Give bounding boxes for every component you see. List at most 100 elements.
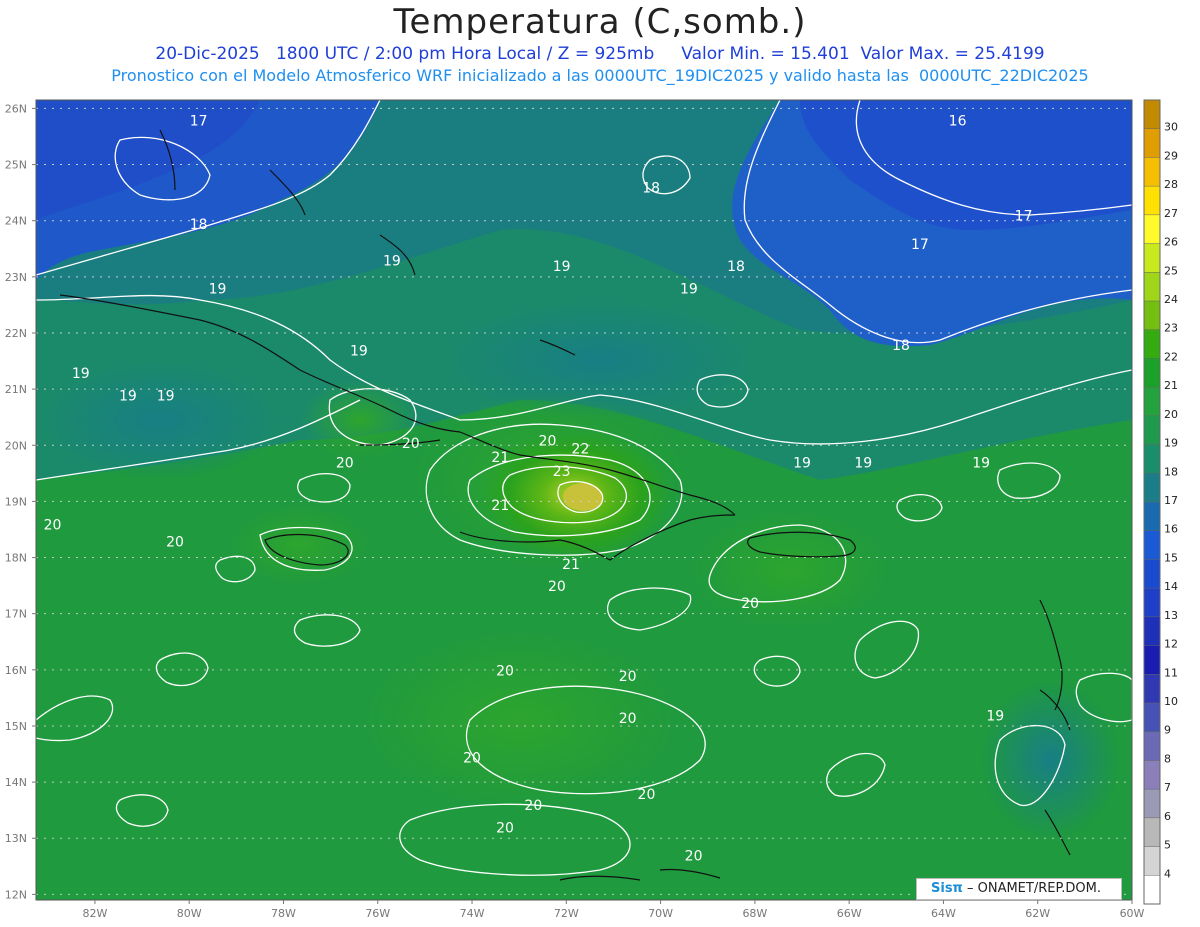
colorbar-label: 22 [1164, 350, 1178, 363]
contour-label: 18 [642, 181, 660, 197]
colorbar-swatch [1144, 100, 1160, 130]
contour-label: 19 [119, 388, 137, 404]
colorbar-swatch [1144, 272, 1160, 302]
contour-label: 17 [911, 237, 929, 253]
contour-label: 19 [72, 366, 90, 382]
contour-label: 19 [383, 254, 401, 270]
colorbar-swatch [1144, 301, 1160, 331]
contour-label: 17 [190, 113, 208, 129]
temperature-map: 17 18 19 19 19 19 19 19 19 18 19 18 16 17 17 18 19 19 19 20… [5, 99, 1178, 920]
colorbar-swatch [1144, 502, 1160, 532]
colorbar-swatch [1144, 645, 1160, 675]
lat-tick-label: 12N [5, 888, 27, 901]
lon-tick-label: 70W [648, 907, 673, 920]
colorbar-label: 23 [1164, 322, 1178, 335]
colorbar-swatch [1144, 329, 1160, 359]
colorbar-label: 11 [1164, 666, 1178, 679]
longitude-axis: 82W 80W 78W 76W 74W 72W 70W 68W 66W 64W 62W 60W [82, 900, 1145, 920]
colorbar-swatch [1144, 415, 1160, 446]
latitude-axis: 26N 25N 24N 23N 22N 21N 20N 19N 18N 17N 16N 15N 14N 1… [5, 102, 36, 901]
colorbar-label: 30 [1164, 121, 1178, 134]
lat-tick-label: 21N [5, 383, 27, 396]
contour-label: 19 [680, 282, 698, 298]
contour-label: 20 [166, 534, 184, 550]
contour-label: 22 [572, 442, 590, 458]
colorbar-label: 8 [1164, 752, 1171, 765]
colorbar-label: 12 [1164, 638, 1178, 651]
colorbar-swatch [1144, 674, 1160, 704]
lat-tick-label: 15N [5, 720, 27, 733]
colorbar-label: 25 [1164, 264, 1178, 277]
contour-label: 20 [496, 821, 514, 837]
lon-tick-label: 76W [365, 907, 390, 920]
colorbar-label: 6 [1164, 810, 1171, 823]
lat-tick-label: 14N [5, 776, 27, 789]
lon-tick-label: 78W [271, 907, 296, 920]
colorbar-swatch [1144, 588, 1160, 618]
colorbar-label: 9 [1164, 724, 1171, 737]
contour-label: 20 [496, 663, 514, 679]
colorbar-label: 5 [1164, 839, 1171, 852]
colorbar-label: 27 [1164, 207, 1178, 220]
lat-tick-label: 17N [5, 608, 27, 621]
colorbar-label: 19 [1164, 437, 1178, 450]
contour-label: 18 [190, 217, 208, 233]
colorbar-label: 15 [1164, 551, 1178, 564]
colorbar-swatch [1144, 789, 1160, 819]
colorbar-label: 7 [1164, 781, 1171, 794]
colorbar-swatch [1144, 530, 1160, 560]
contour-label: 19 [986, 708, 1004, 724]
colorbar-swatch [1144, 444, 1160, 474]
colorbar-label: 26 [1164, 236, 1178, 249]
contour-label: 20 [539, 433, 557, 449]
credit-text: – ONAMET/REP.DOM. [966, 881, 1102, 896]
lat-tick-label: 18N [5, 552, 27, 565]
contour-label: 17 [1015, 209, 1033, 225]
contour-label: 20 [524, 798, 542, 814]
contour-label: 20 [402, 436, 420, 452]
contour-label: 21 [562, 557, 580, 573]
colorbar-label: 21 [1164, 379, 1178, 392]
colorbar-swatch [1144, 243, 1160, 273]
contour-label: 21 [491, 498, 509, 514]
colorbar-swatch [1144, 473, 1160, 503]
colorbar-swatch [1144, 760, 1160, 790]
colorbar-label: 20 [1164, 408, 1178, 421]
contour-label: 16 [949, 113, 967, 129]
colorbar-swatch [1144, 157, 1160, 187]
lat-tick-label: 22N [5, 327, 27, 340]
contour-label: 19 [972, 456, 990, 472]
contour-label: 21 [491, 450, 509, 466]
lat-tick-label: 13N [5, 832, 27, 845]
colorbar-swatch [1144, 128, 1160, 158]
contour-label: 20 [463, 750, 481, 766]
colorbar-swatch [1144, 214, 1160, 245]
contour-label: 23 [553, 464, 571, 480]
contour-label: 20 [685, 849, 703, 865]
lon-tick-label: 62W [1025, 907, 1050, 920]
contour-label: 19 [157, 388, 175, 404]
colorbar-label: 28 [1164, 178, 1178, 191]
lon-tick-label: 80W [177, 907, 202, 920]
credit-box: Sisπ – ONAMET/REP.DOM. [916, 878, 1122, 900]
colorbar-swatch [1144, 703, 1160, 733]
colorbar-label: 29 [1164, 149, 1178, 162]
colorbar-label: 14 [1164, 580, 1178, 593]
lon-tick-label: 82W [82, 907, 107, 920]
contour-label: 18 [727, 259, 745, 275]
contour-label: 20 [548, 579, 566, 595]
contour-label: 19 [350, 343, 368, 359]
lat-tick-label: 23N [5, 271, 27, 284]
lat-tick-label: 25N [5, 159, 27, 172]
contour-label: 19 [209, 282, 227, 298]
lon-tick-label: 60W [1120, 907, 1145, 920]
contour-label: 19 [553, 259, 571, 275]
contour-label: 20 [741, 596, 759, 612]
lon-tick-label: 64W [931, 907, 956, 920]
colorbar-label: 17 [1164, 494, 1178, 507]
colorbar-label: 10 [1164, 695, 1178, 708]
colorbar-swatch [1144, 387, 1160, 417]
contour-label: 19 [854, 456, 872, 472]
contour-label: 20 [44, 517, 62, 533]
lat-tick-label: 26N [5, 102, 27, 115]
